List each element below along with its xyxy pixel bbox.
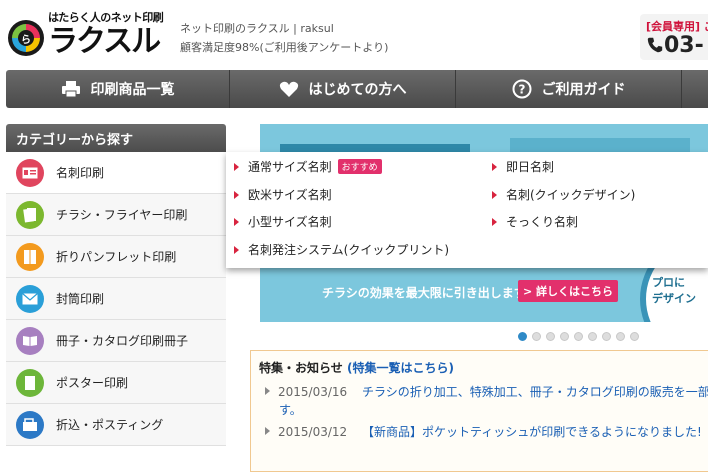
carousel-dots <box>518 332 639 341</box>
flyout-item-label: 名刺発注システム(クイックプリント) <box>248 243 450 257</box>
nav-products-label: 印刷商品一覧 <box>90 82 175 98</box>
logo-wordmark[interactable]: ラクスル <box>48 24 161 60</box>
category-sidebar: カテゴリーから探す 名刺印刷 チラシ・フライヤー印刷 折りパンフレット印刷 封筒… <box>6 124 226 472</box>
category-flyout-menu: 通常サイズ名刺 おすすめ 欧米サイズ名刺 小型サイズ名刺 名刺発注システム(クイ… <box>226 152 708 268</box>
sidebar-item-envelopes[interactable]: 封筒印刷 <box>6 278 226 320</box>
nav-more[interactable] <box>682 70 708 108</box>
logo-tagline: はたらく人のネット印刷 <box>48 11 164 24</box>
flyer-icon <box>16 200 44 229</box>
nav-products[interactable]: 印刷商品一覧 <box>6 70 230 108</box>
logo-mark-text: ら <box>18 30 34 46</box>
sidebar-item-booklets[interactable]: 冊子・カタログ印刷冊子 <box>6 320 226 362</box>
business-card-icon <box>16 158 44 187</box>
news-date: 2015/03/12 <box>278 425 348 439</box>
booklet-icon <box>16 326 44 355</box>
flyout-item-label: 通常サイズ名刺 <box>248 160 332 174</box>
flyout-item-western-card[interactable]: 欧米サイズ名刺 <box>234 186 332 203</box>
pamphlet-icon <box>16 242 44 271</box>
flyout-item-same-day-card[interactable]: 即日名刺 <box>492 158 554 175</box>
phone-number: 03- <box>646 34 704 58</box>
carousel-dot[interactable] <box>560 332 569 341</box>
banner-circle-text-2: デザイン <box>652 292 696 305</box>
phone-number-text: 03- <box>664 33 704 58</box>
carousel-dot[interactable] <box>630 332 639 341</box>
banner-text: チラシの効果を最大限に引き出します! <box>322 286 532 300</box>
sidebar-item-label: 名刺印刷 <box>56 166 105 180</box>
sidebar-item-posters[interactable]: ポスター印刷 <box>6 362 226 404</box>
contact-box: [会員専用] ご 03- <box>640 14 708 60</box>
flyout-item-standard-card[interactable]: 通常サイズ名刺 おすすめ <box>234 158 382 175</box>
bullet-icon <box>265 387 270 395</box>
nav-guide-label: ご利用ガイド <box>541 82 626 98</box>
sidebar-item-posting[interactable]: 折込・ポスティング <box>6 404 226 446</box>
banner-circle-text-1: プロに <box>652 276 685 289</box>
news-item: 2015/03/12 【新商品】ポケットティッシュが印刷できるようになりました! <box>265 423 702 440</box>
sidebar-item-business-cards[interactable]: 名刺印刷 <box>6 152 226 194</box>
bullet-icon <box>492 190 497 199</box>
logo-icon[interactable]: ら <box>8 20 44 56</box>
flyout-item-quick-design[interactable]: 名刺(クイックデザイン) <box>492 186 635 203</box>
carousel-dot[interactable] <box>532 332 541 341</box>
news-date: 2015/03/16 <box>278 385 348 399</box>
sidebar-title: カテゴリーから探す <box>6 124 226 152</box>
member-only-label: [会員専用] ご <box>646 20 708 33</box>
carousel-dot[interactable] <box>574 332 583 341</box>
flyout-item-label: 欧米サイズ名刺 <box>248 188 332 202</box>
news-title-text: 特集・お知らせ <box>259 361 343 375</box>
question-icon: ? <box>512 79 532 99</box>
sidebar-item-label: 折込・ポスティング <box>56 418 164 432</box>
nav-guide[interactable]: ? ご利用ガイド <box>456 70 682 108</box>
flyout-item-copy-card[interactable]: そっくり名刺 <box>492 213 578 230</box>
news-title: 特集・お知らせ (特集一覧はこちら) <box>259 359 454 376</box>
flyout-item-order-system[interactable]: 名刺発注システム(クイックプリント) <box>234 241 449 258</box>
sidebar-item-label: チラシ・フライヤー印刷 <box>56 208 188 222</box>
bullet-icon <box>492 162 497 171</box>
printer-icon <box>61 79 81 99</box>
flyout-item-label: 小型サイズ名刺 <box>248 215 332 229</box>
recommended-badge: おすすめ <box>337 159 382 174</box>
news-item: 2015/03/16 チラシの折り加工、特殊加工、冊子・カタログ印刷の販売を一部、 <box>265 383 708 400</box>
nav-beginners[interactable]: はじめての方へ <box>230 70 456 108</box>
sidebar-item-flyers[interactable]: チラシ・フライヤー印刷 <box>6 194 226 236</box>
envelope-icon <box>16 284 44 313</box>
flyout-item-small-card[interactable]: 小型サイズ名刺 <box>234 213 332 230</box>
sidebar-item-label: 封筒印刷 <box>56 292 105 306</box>
heart-icon <box>279 79 299 99</box>
banner-details-button[interactable]: > 詳しくはこちら <box>518 280 618 302</box>
bullet-icon <box>265 427 270 435</box>
news-link-cont[interactable]: す。 <box>279 403 302 417</box>
flyout-item-label: そっくり名刺 <box>506 215 579 229</box>
bullet-icon <box>234 245 239 254</box>
news-list-link[interactable]: (特集一覧はこちら) <box>347 361 454 375</box>
news-item-cont: す。 <box>279 401 302 418</box>
sidebar-item-label: ポスター印刷 <box>56 376 129 390</box>
site-description: ネット印刷のラクスル | raksul <box>180 22 334 35</box>
carousel-dot[interactable] <box>602 332 611 341</box>
flyout-item-label: 即日名刺 <box>506 160 555 174</box>
sidebar-item-label: 折りパンフレット印刷 <box>56 250 177 264</box>
news-panel: 特集・お知らせ (特集一覧はこちら) 2015/03/16 チラシの折り加工、特殊… <box>250 350 708 472</box>
bullet-icon <box>234 190 239 199</box>
carousel-dot[interactable] <box>546 332 555 341</box>
satisfaction-text: 顧客満足度98%(ご利用後アンケートより) <box>180 41 389 54</box>
sidebar-item-label: 冊子・カタログ印刷冊子 <box>56 334 189 348</box>
carousel-dot[interactable] <box>616 332 625 341</box>
site-header: ら はたらく人のネット印刷 ラクスル ネット印刷のラクスル | raksul 顧… <box>0 0 708 70</box>
news-link[interactable]: 【新商品】ポケットティッシュが印刷できるようになりました! <box>362 425 702 439</box>
flyout-item-label: 名刺(クイックデザイン) <box>506 188 636 202</box>
svg-text:?: ? <box>518 83 525 97</box>
bullet-icon <box>234 162 239 171</box>
sidebar-item-pamphlets[interactable]: 折りパンフレット印刷 <box>6 236 226 278</box>
carousel-dot[interactable] <box>518 332 527 341</box>
bullet-icon <box>234 217 239 226</box>
nav-beginners-label: はじめての方へ <box>308 82 407 98</box>
poster-icon <box>16 368 44 397</box>
bullet-icon <box>492 217 497 226</box>
main-nav: 印刷商品一覧 はじめての方へ ? ご利用ガイド <box>6 70 708 108</box>
phone-icon <box>647 37 663 53</box>
carousel-dot[interactable] <box>588 332 597 341</box>
news-link[interactable]: チラシの折り加工、特殊加工、冊子・カタログ印刷の販売を一部、 <box>362 385 708 399</box>
posting-icon <box>16 410 44 439</box>
